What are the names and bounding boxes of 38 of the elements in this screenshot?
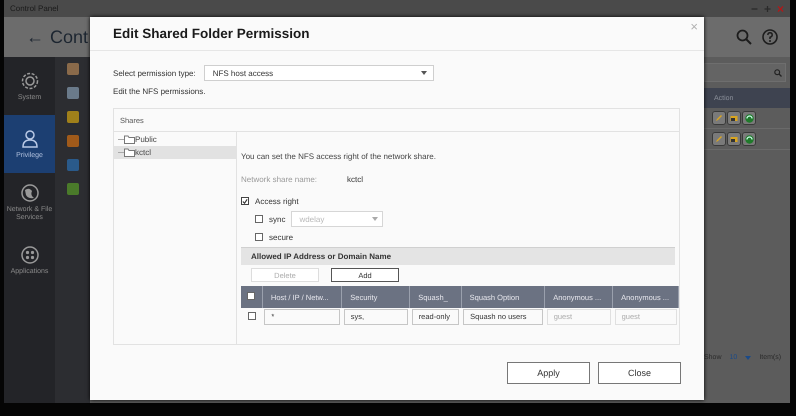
option-label: sync [269,214,286,224]
folder-icon [124,135,135,144]
apply-button[interactable]: Apply [507,362,590,384]
globe-icon [20,182,40,203]
back-button[interactable]: ← [26,26,44,48]
refresh-icon[interactable] [742,132,756,146]
option-label: secure [269,232,294,242]
description-text: You can set the NFS access right of the network share. [241,152,437,161]
row-checkbox[interactable] [248,312,256,320]
option-label: Access right [255,196,299,206]
tree-item[interactable]: Public [114,133,236,146]
help-icon[interactable] [762,29,778,45]
search-icon [774,68,782,76]
share-name-value: kctcl [347,175,364,184]
user-icon [20,128,40,149]
select-all-checkbox[interactable] [247,292,255,300]
permission-type-dropdown[interactable]: NFS host access [204,65,434,81]
folder-icon [124,148,135,157]
field-label: Select permission type: [113,68,196,78]
edit-icon[interactable] [712,132,726,146]
page-title: Cont [50,26,88,48]
edit-icon[interactable] [712,111,726,125]
close-button[interactable]: Close [598,362,681,384]
grid-icon [20,244,40,265]
refresh-icon[interactable] [742,111,756,125]
folder-icon[interactable] [727,111,741,125]
checkbox[interactable] [241,197,249,205]
caret-icon [745,356,752,360]
hint-text: Edit the NFS permissions. [113,87,206,96]
dialog-title: Edit Shared Folder Permission [113,26,310,41]
search-field[interactable] [704,63,786,82]
section-header: Allowed IP Address or Domain Name [241,247,675,265]
gear-icon [20,70,40,91]
search-icon[interactable] [736,29,752,45]
tree-item[interactable]: kctcl [114,146,236,159]
folder-icon[interactable] [727,132,741,146]
checkbox[interactable] [255,233,263,241]
field-label: Network share name: [241,175,318,184]
